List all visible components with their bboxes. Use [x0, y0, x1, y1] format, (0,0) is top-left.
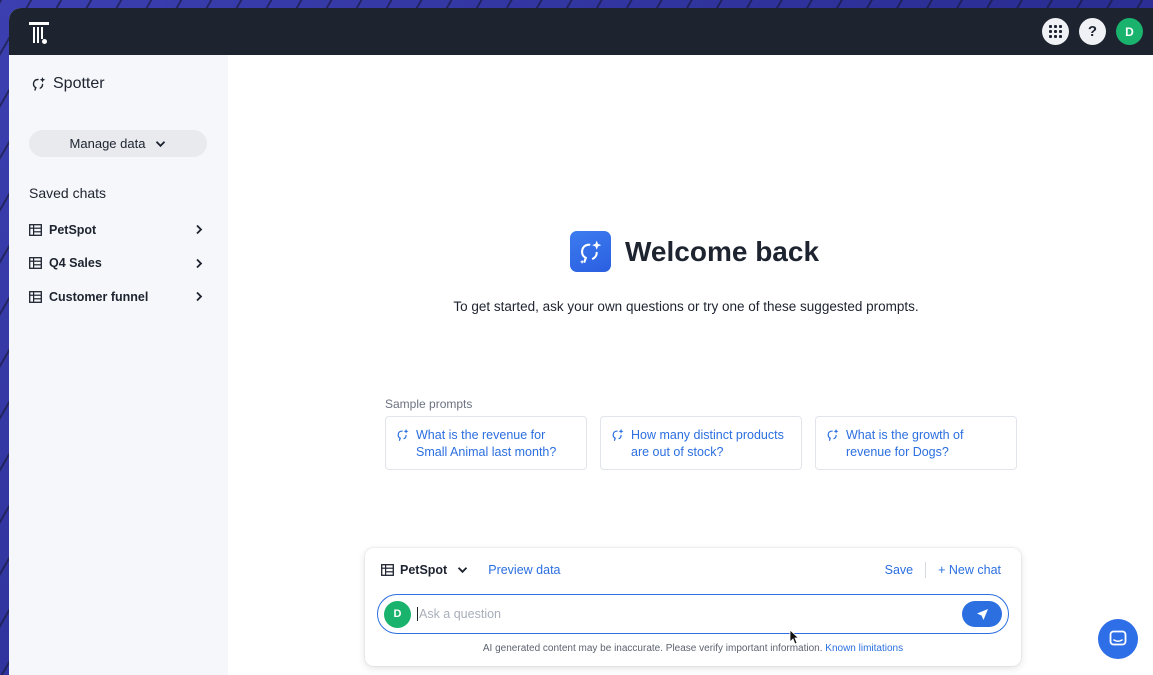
- prompt-text: What is the growth of revenue for Dogs?: [846, 427, 963, 459]
- app-window: ? D Spotter Manage data Saved chats PetS…: [9, 8, 1153, 675]
- welcome-title: Welcome back: [625, 235, 820, 267]
- sample-prompts: What is the revenue for Small Animal las…: [385, 416, 1017, 470]
- data-source-label: PetSpot: [400, 563, 448, 577]
- sidebar-title-label: Spotter: [53, 75, 105, 92]
- table-icon: [29, 290, 42, 303]
- sidebar-item-petspot[interactable]: PetSpot: [29, 213, 203, 247]
- prompt-line: What is the growth of: [846, 428, 964, 442]
- chevron-down-icon: [458, 567, 468, 574]
- welcome-header: Welcome back: [570, 231, 819, 272]
- sidebar-item-customer-funnel[interactable]: Customer funnel: [29, 280, 203, 314]
- save-button[interactable]: Save: [885, 563, 914, 577]
- prompt-line: What is the revenue for: [416, 428, 546, 442]
- sidebar-item-q4-sales[interactable]: Q4 Sales: [29, 247, 203, 281]
- chat-bubble-icon: [1109, 630, 1127, 646]
- send-button[interactable]: [962, 601, 1002, 627]
- apps-grid-icon[interactable]: [1042, 18, 1069, 45]
- manage-data-dropdown[interactable]: Manage data: [29, 130, 207, 157]
- prompt-text: How many distinct products are out of st…: [631, 427, 784, 459]
- top-bar: ? D: [9, 8, 1153, 55]
- question-input[interactable]: [417, 607, 962, 621]
- sample-prompt-card[interactable]: What is the growth of revenue for Dogs?: [815, 416, 1017, 470]
- saved-chats-list: PetSpot Q4 Sales Customer funnel: [29, 213, 203, 314]
- send-icon: [976, 608, 988, 620]
- prompt-text: What is the revenue for Small Animal las…: [416, 427, 556, 459]
- prompt-line: Small Animal last month?: [416, 445, 557, 459]
- thoughtspot-logo[interactable]: [29, 20, 51, 44]
- user-avatar: D: [384, 600, 411, 628]
- mouse-cursor-icon: [789, 629, 799, 645]
- data-source-selector[interactable]: PetSpot: [381, 563, 468, 577]
- spotter-icon: [570, 231, 611, 272]
- question-input-wrapper: D: [377, 594, 1009, 634]
- sidebar-item-label: Q4 Sales: [49, 256, 102, 271]
- sidebar-item-label: Customer funnel: [49, 289, 149, 304]
- chat-toolbar: PetSpot Preview data Save + New chat: [381, 562, 1001, 578]
- prompt-line: revenue for Dogs?: [846, 445, 949, 459]
- chat-support-button[interactable]: [1098, 619, 1138, 659]
- new-chat-button[interactable]: + New chat: [938, 563, 1001, 577]
- sidebar-title: Spotter: [31, 75, 105, 93]
- spotter-icon: [32, 77, 46, 91]
- divider: [925, 562, 927, 578]
- spotter-icon: [397, 428, 409, 441]
- table-icon: [381, 564, 394, 576]
- preview-data-link[interactable]: Preview data: [488, 563, 560, 577]
- welcome-subtitle: To get started, ask your own questions o…: [453, 299, 919, 314]
- manage-data-label: Manage data: [69, 136, 146, 151]
- chevron-down-icon: [156, 140, 166, 147]
- known-limitations-link[interactable]: Known limitations: [825, 643, 903, 654]
- saved-chats-heading: Saved chats: [29, 185, 107, 201]
- help-icon[interactable]: ?: [1079, 18, 1106, 45]
- spotter-icon: [827, 428, 839, 441]
- chevron-right-icon: [196, 292, 203, 302]
- table-icon: [29, 223, 42, 236]
- sample-prompt-card[interactable]: What is the revenue for Small Animal las…: [385, 416, 587, 470]
- sample-prompts-label: Sample prompts: [385, 397, 473, 411]
- prompt-line: How many distinct products: [631, 428, 784, 442]
- top-bar-actions: ? D: [1042, 18, 1143, 45]
- ai-disclaimer: AI generated content may be inaccurate. …: [365, 643, 1021, 654]
- sample-prompt-card[interactable]: How many distinct products are out of st…: [600, 416, 802, 470]
- prompt-line: are out of stock?: [631, 445, 724, 459]
- sidebar-item-label: PetSpot: [49, 222, 97, 237]
- chat-input-panel: PetSpot Preview data Save + New chat D A…: [365, 548, 1021, 666]
- disclaimer-text: AI generated content may be inaccurate. …: [482, 643, 823, 654]
- table-icon: [29, 257, 42, 270]
- sidebar: Spotter Manage data Saved chats PetSpot …: [9, 55, 228, 675]
- user-avatar[interactable]: D: [1116, 18, 1143, 45]
- spotter-icon: [612, 428, 624, 441]
- chevron-right-icon: [196, 225, 203, 235]
- chevron-right-icon: [196, 258, 203, 268]
- main-content: Welcome back To get started, ask your ow…: [228, 55, 1153, 675]
